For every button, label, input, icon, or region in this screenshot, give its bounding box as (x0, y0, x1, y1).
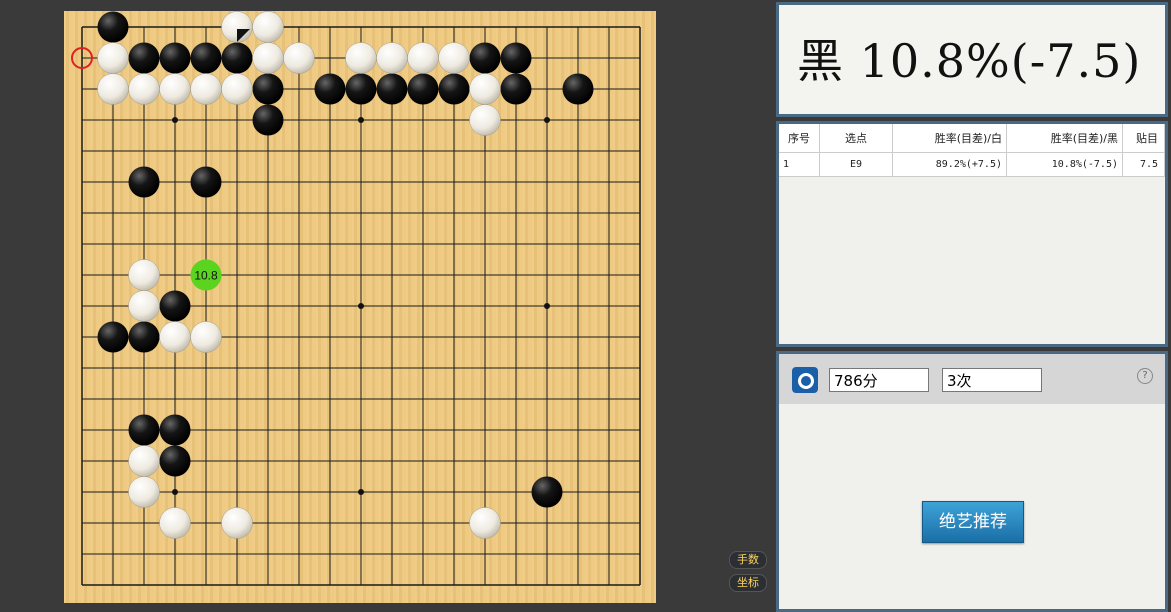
white-stone[interactable] (128, 445, 160, 477)
table-row[interactable]: 1 E9 89.2%(+7.5) 10.8%(-7.5) 7.5 (779, 152, 1165, 177)
black-stone[interactable] (190, 166, 222, 198)
white-stone[interactable] (190, 321, 222, 353)
black-stone[interactable] (159, 414, 191, 446)
black-stone[interactable] (190, 42, 222, 74)
black-stone[interactable] (438, 73, 470, 105)
star-point (544, 117, 550, 123)
board-grid[interactable]: 10.8 (64, 11, 656, 603)
engine-toolbar: 786分 3次 ? (779, 354, 1165, 404)
winrate-display: 黑 10.8%(-7.5) (797, 34, 1142, 88)
white-stone[interactable] (128, 290, 160, 322)
black-stone[interactable] (128, 321, 160, 353)
black-stone[interactable] (469, 42, 501, 74)
black-stone[interactable] (97, 11, 129, 43)
go-board[interactable]: 10.8 (64, 11, 656, 603)
black-stone[interactable] (376, 73, 408, 105)
black-stone[interactable] (159, 445, 191, 477)
analysis-panel: 序号 选点 胜率(目差)/白 胜率(目差)/黑 贴目 1 E9 89.2%(+7… (776, 121, 1168, 347)
black-stone[interactable] (97, 321, 129, 353)
star-point (172, 489, 178, 495)
white-stone[interactable] (376, 42, 408, 74)
recommend-button[interactable]: 绝艺推荐 (922, 501, 1024, 543)
star-point (358, 489, 364, 495)
cell-black-winrate: 10.8%(-7.5) (1006, 152, 1123, 177)
column-header-black-winrate[interactable]: 胜率(目差)/黑 (1006, 124, 1123, 153)
black-stone[interactable] (159, 42, 191, 74)
cell-white-winrate: 89.2%(+7.5) (892, 152, 1007, 177)
black-stone[interactable] (531, 476, 563, 508)
black-stone[interactable] (128, 414, 160, 446)
black-stone[interactable] (500, 42, 532, 74)
suggested-move-label: 10.8 (194, 269, 218, 283)
black-stone[interactable] (128, 166, 160, 198)
black-stone[interactable] (407, 73, 439, 105)
white-stone[interactable] (345, 42, 377, 74)
cell-komi: 7.5 (1122, 152, 1165, 177)
white-stone[interactable] (469, 104, 501, 136)
black-stone[interactable] (252, 73, 284, 105)
engine-panel: 786分 3次 ? 绝艺推荐 (776, 351, 1168, 612)
star-point (172, 117, 178, 123)
white-stone[interactable] (159, 507, 191, 539)
white-stone[interactable] (469, 507, 501, 539)
cell-index: 1 (779, 152, 820, 177)
column-header-index[interactable]: 序号 (779, 124, 820, 153)
count-field[interactable]: 3次 (942, 368, 1042, 392)
coordinates-toggle-button[interactable]: 坐标 (729, 574, 767, 592)
black-stone[interactable] (252, 104, 284, 136)
white-stone[interactable] (221, 507, 253, 539)
white-stone[interactable] (128, 476, 160, 508)
black-stone[interactable] (159, 290, 191, 322)
black-stone[interactable] (500, 73, 532, 105)
winrate-panel: 黑 10.8%(-7.5) (776, 2, 1168, 117)
white-stone[interactable] (438, 42, 470, 74)
black-stone[interactable] (221, 42, 253, 74)
white-stone[interactable] (159, 321, 191, 353)
black-stone[interactable] (562, 73, 594, 105)
white-stone[interactable] (407, 42, 439, 74)
column-header-move[interactable]: 选点 (819, 124, 893, 153)
engine-logo-icon (792, 367, 818, 393)
black-stone[interactable] (345, 73, 377, 105)
white-stone[interactable] (252, 42, 284, 74)
white-stone[interactable] (190, 73, 222, 105)
white-stone[interactable] (159, 73, 191, 105)
black-stone[interactable] (128, 42, 160, 74)
star-point (358, 117, 364, 123)
white-stone[interactable] (283, 42, 315, 74)
column-header-white-winrate[interactable]: 胜率(目差)/白 (892, 124, 1007, 153)
white-stone[interactable] (128, 73, 160, 105)
star-point (544, 303, 550, 309)
black-stone[interactable] (314, 73, 346, 105)
white-stone[interactable] (97, 73, 129, 105)
score-field[interactable]: 786分 (829, 368, 929, 392)
cell-move: E9 (819, 152, 893, 177)
move-number-toggle-button[interactable]: 手数 (729, 551, 767, 569)
white-stone[interactable] (221, 73, 253, 105)
column-header-komi[interactable]: 贴目 (1122, 124, 1165, 153)
white-stone[interactable] (469, 73, 501, 105)
help-icon[interactable]: ? (1137, 368, 1153, 384)
star-point (358, 303, 364, 309)
white-stone[interactable] (97, 42, 129, 74)
white-stone[interactable] (128, 259, 160, 291)
white-stone[interactable] (252, 11, 284, 43)
analysis-table: 序号 选点 胜率(目差)/白 胜率(目差)/黑 贴目 1 E9 89.2%(+7… (779, 124, 1165, 177)
